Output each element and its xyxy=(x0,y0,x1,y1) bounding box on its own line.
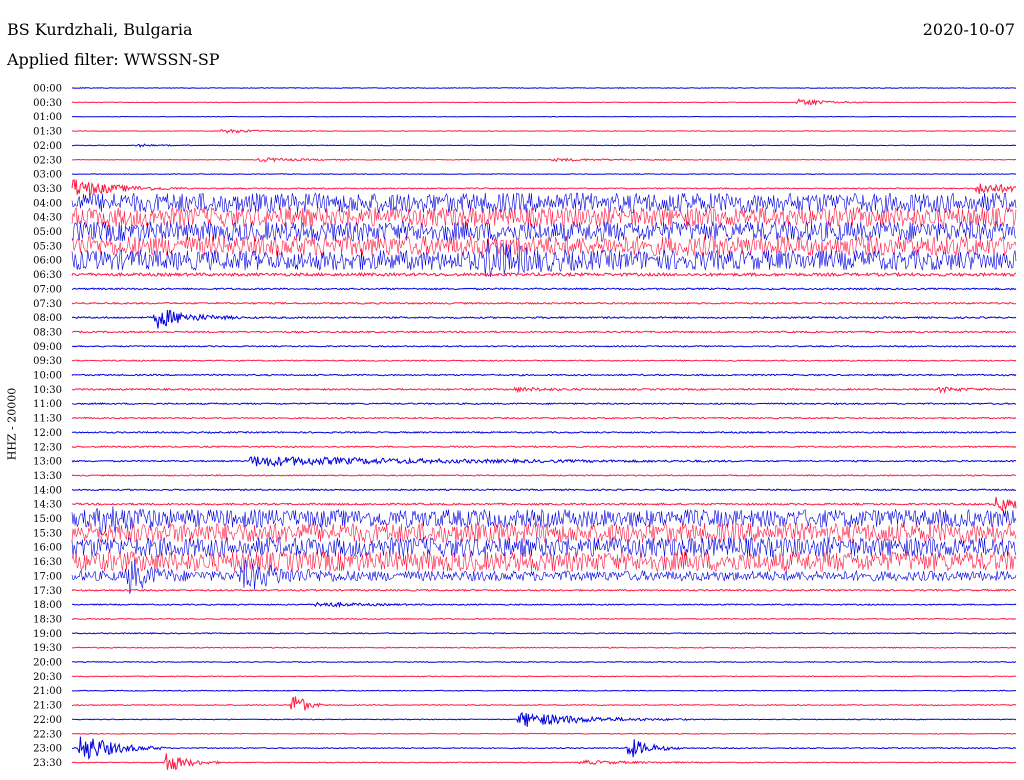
tick-label-1230: 12:30 xyxy=(33,442,62,453)
trace-1200 xyxy=(72,430,1017,434)
trace-1900 xyxy=(71,632,1017,635)
tick-label-2130: 21:30 xyxy=(33,701,62,712)
trace-0830 xyxy=(71,330,1017,334)
trace-1430 xyxy=(71,496,1017,512)
helicorder-plot: 00:00 00:30 01:00 01:30 02:00 02:30 03:00 03:30… xyxy=(33,84,1017,771)
tick-label-1700: 17:00 xyxy=(33,571,62,582)
tick-label-0000: 00:00 xyxy=(33,84,62,95)
tick-label-0100: 01:00 xyxy=(33,112,62,123)
trace-0000 xyxy=(71,87,1017,89)
trace-0700 xyxy=(71,287,1017,291)
tick-label-0400: 04:00 xyxy=(33,198,62,209)
tick-label-1100: 11:00 xyxy=(33,399,62,410)
tick-label-1530: 15:30 xyxy=(33,528,62,539)
tick-label-0900: 09:00 xyxy=(33,342,62,353)
tick-label-2100: 21:00 xyxy=(33,686,62,697)
trace-0730 xyxy=(71,301,1017,305)
tick-label-0300: 03:00 xyxy=(33,170,62,181)
tick-label-0630: 06:30 xyxy=(33,270,62,281)
trace-group xyxy=(71,87,1017,771)
trace-2030 xyxy=(71,675,1017,678)
trace-0800 xyxy=(71,310,1017,329)
tick-label-1800: 18:00 xyxy=(33,600,62,611)
tick-label-2200: 22:00 xyxy=(33,715,62,726)
tick-label-2000: 20:00 xyxy=(33,658,62,669)
trace-1530 xyxy=(71,522,1017,544)
trace-0200 xyxy=(71,143,1017,148)
tick-label-0330: 03:30 xyxy=(33,184,62,195)
trace-1330 xyxy=(71,474,1017,477)
tick-label-1430: 14:30 xyxy=(33,500,62,511)
trace-1830 xyxy=(71,617,1016,621)
trace-1930 xyxy=(71,646,1017,649)
trace-0030 xyxy=(71,98,1016,107)
trace-1730 xyxy=(71,588,1017,592)
trace-0130 xyxy=(71,129,1017,134)
trace-2300 xyxy=(71,736,1017,760)
trace-1100 xyxy=(71,402,1017,406)
trace-1000 xyxy=(71,373,1017,377)
trace-1400 xyxy=(71,488,1016,492)
trace-1800 xyxy=(71,601,1017,609)
tick-label-0230: 02:30 xyxy=(33,155,62,166)
trace-0930 xyxy=(72,359,1017,362)
trace-2000 xyxy=(71,660,1017,664)
tick-label-0530: 05:30 xyxy=(33,241,62,252)
trace-2200 xyxy=(72,711,1017,727)
trace-1230 xyxy=(71,445,1017,449)
tick-label-1130: 11:30 xyxy=(33,414,62,425)
tick-label-0200: 02:00 xyxy=(33,141,62,152)
tick-label-0800: 08:00 xyxy=(33,313,62,324)
tick-label-2030: 20:30 xyxy=(33,672,62,683)
tick-label-1030: 10:30 xyxy=(33,385,62,396)
trace-2100 xyxy=(71,689,1017,692)
tick-label-1830: 18:30 xyxy=(33,614,62,625)
trace-2130 xyxy=(71,696,1017,711)
tick-label-0600: 06:00 xyxy=(33,256,62,267)
tick-label-1000: 10:00 xyxy=(33,371,62,382)
tick-label-0030: 00:30 xyxy=(33,98,62,109)
tick-label-0730: 07:30 xyxy=(33,299,62,310)
tick-label-1400: 14:00 xyxy=(33,485,62,496)
trace-0900 xyxy=(71,344,1017,348)
tick-label-1330: 13:30 xyxy=(33,471,62,482)
tick-label-0130: 01:30 xyxy=(33,127,62,138)
trace-0430 xyxy=(71,206,1017,228)
tick-label-0830: 08:30 xyxy=(33,327,62,338)
trace-0230 xyxy=(71,157,1016,163)
time-tick-labels: 00:00 00:30 01:00 01:30 02:00 02:30 03:00 03:30… xyxy=(33,84,62,769)
tick-label-1900: 19:00 xyxy=(33,629,62,640)
trace-0330 xyxy=(71,179,1017,196)
trace-0500 xyxy=(71,220,1017,243)
tick-label-2330: 23:30 xyxy=(33,758,62,769)
trace-1030 xyxy=(71,386,1017,394)
tick-label-0700: 07:00 xyxy=(33,284,62,295)
tick-label-2230: 22:30 xyxy=(33,729,62,740)
trace-2330 xyxy=(71,753,1017,771)
trace-0630 xyxy=(71,271,1017,278)
tick-label-0500: 05:00 xyxy=(33,227,62,238)
tick-label-1500: 15:00 xyxy=(33,514,62,525)
tick-label-2300: 23:00 xyxy=(33,744,62,755)
tick-label-1300: 13:00 xyxy=(33,457,62,468)
tick-label-1630: 16:30 xyxy=(33,557,62,568)
tick-label-1600: 16:00 xyxy=(33,543,62,554)
trace-0300 xyxy=(71,173,1017,175)
tick-label-1730: 17:30 xyxy=(33,586,62,597)
trace-1130 xyxy=(71,416,1017,420)
tick-label-1200: 12:00 xyxy=(33,428,62,439)
tick-label-1930: 19:30 xyxy=(33,643,62,654)
trace-1300 xyxy=(71,455,1017,468)
tick-label-0430: 04:30 xyxy=(33,213,62,224)
trace-2230 xyxy=(71,732,1016,735)
trace-1630 xyxy=(71,550,1017,573)
tick-label-0930: 09:30 xyxy=(33,356,62,367)
